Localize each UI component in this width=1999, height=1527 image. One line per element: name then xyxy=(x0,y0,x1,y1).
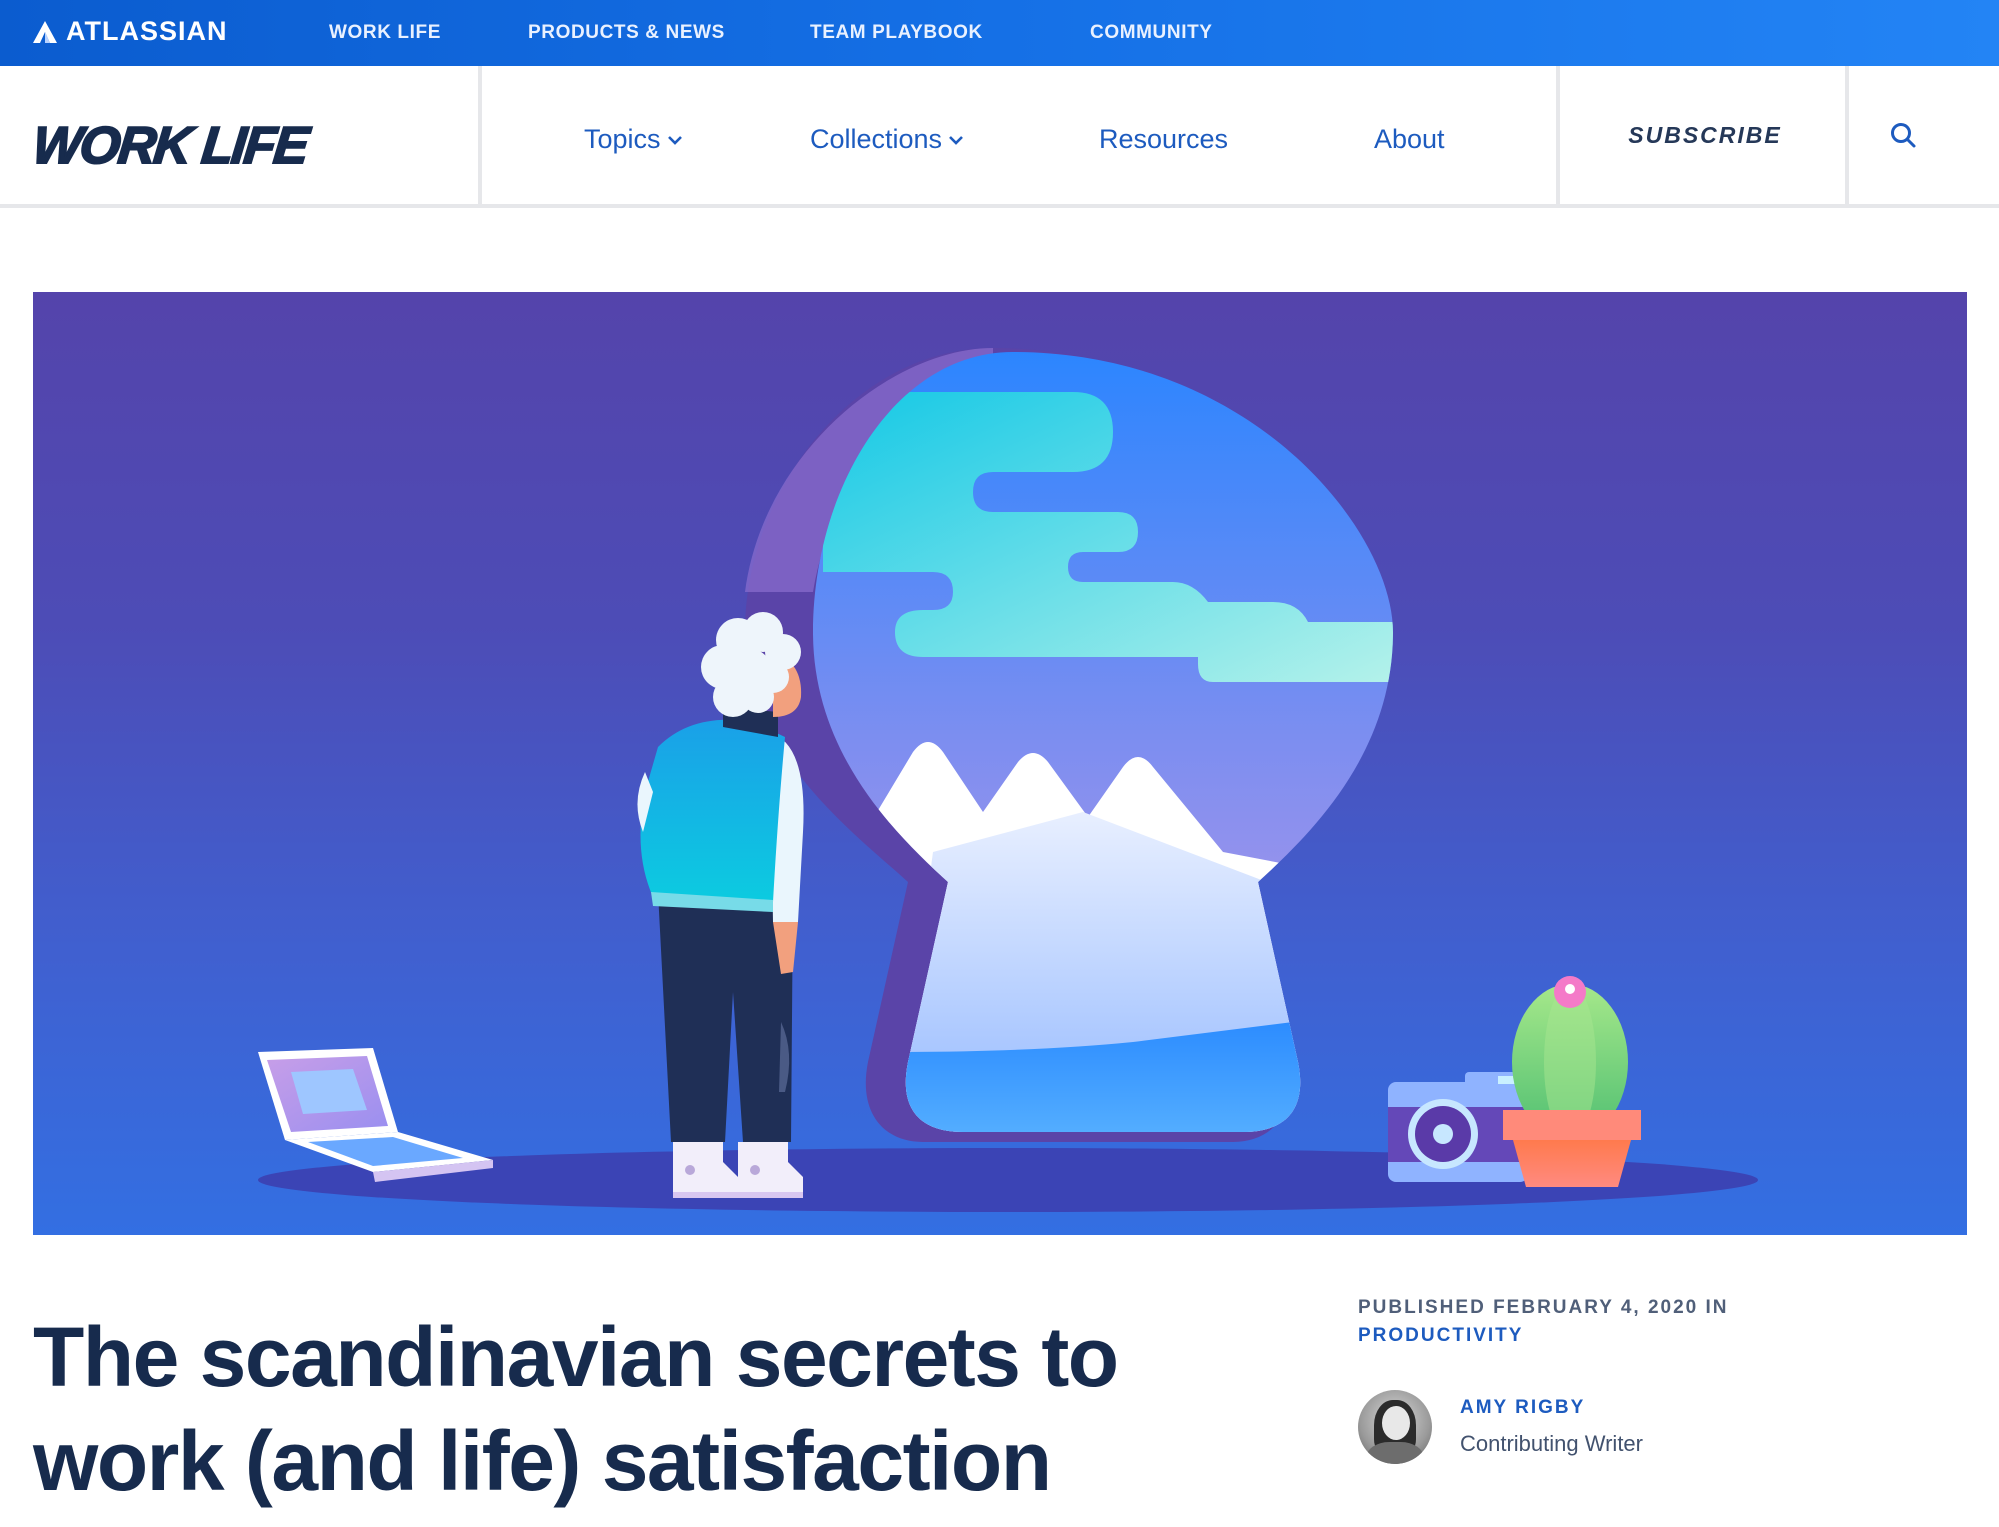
search-icon xyxy=(1891,123,1916,148)
author-block: AMY RIGBY Contributing Writer xyxy=(1358,1390,1643,1464)
article-title-line-1: The scandinavian secrets to xyxy=(33,1310,1119,1404)
header-divider xyxy=(478,66,482,204)
topnav-community[interactable]: COMMUNITY xyxy=(1090,22,1213,44)
nav-resources-label: Resources xyxy=(1099,124,1229,154)
atlassian-a-icon xyxy=(33,20,57,43)
global-nav-bar: ATLASSIAN WORK LIFE PRODUCTS & NEWS TEAM… xyxy=(0,0,1999,66)
keyhole-illustration xyxy=(258,348,1758,1212)
chevron-down-icon xyxy=(667,133,683,151)
nav-topics-label: Topics xyxy=(584,124,661,154)
cactus-illustration xyxy=(1503,976,1641,1187)
work-life-logo[interactable]: WORK LIFE xyxy=(29,116,311,176)
article-title: The scandinavian secrets to work (and li… xyxy=(33,1305,1183,1513)
header-divider xyxy=(1845,66,1849,204)
topnav-work-life[interactable]: WORK LIFE xyxy=(329,22,441,44)
site-header: WORK LIFE Topics Collections Resources A… xyxy=(0,66,1999,208)
hero-illustration xyxy=(33,292,1967,1235)
topnav-team-playbook[interactable]: TEAM PLAYBOOK xyxy=(810,22,983,44)
avatar[interactable] xyxy=(1358,1390,1432,1464)
chevron-down-icon xyxy=(948,133,964,151)
article-title-line-2: work (and life) satisfaction xyxy=(33,1414,1052,1508)
nav-topics[interactable]: Topics xyxy=(584,124,683,155)
nav-resources[interactable]: Resources xyxy=(1099,124,1228,155)
search-button[interactable] xyxy=(1888,120,1920,152)
author-role: Contributing Writer xyxy=(1460,1431,1643,1456)
published-date: PUBLISHED FEBRUARY 4, 2020 IN xyxy=(1358,1297,1729,1318)
atlassian-logo[interactable]: ATLASSIAN xyxy=(32,16,228,47)
nav-collections-label: Collections xyxy=(810,124,943,154)
subscribe-button[interactable]: SUBSCRIBE xyxy=(1560,122,1850,149)
category-link[interactable]: PRODUCTIVITY xyxy=(1358,1325,1523,1347)
author-name[interactable]: AMY RIGBY xyxy=(1460,1397,1643,1419)
person-illustration xyxy=(637,612,804,1198)
topnav-products-news[interactable]: PRODUCTS & NEWS xyxy=(528,22,725,44)
nav-about[interactable]: About xyxy=(1374,124,1445,155)
nav-collections[interactable]: Collections xyxy=(810,124,964,155)
nav-about-label: About xyxy=(1374,124,1445,154)
article-meta: PUBLISHED FEBRUARY 4, 2020 IN PRODUCTIVI… xyxy=(1358,1297,1729,1347)
atlassian-brand-text: ATLASSIAN xyxy=(66,16,228,46)
laptop-illustration xyxy=(258,1048,493,1182)
